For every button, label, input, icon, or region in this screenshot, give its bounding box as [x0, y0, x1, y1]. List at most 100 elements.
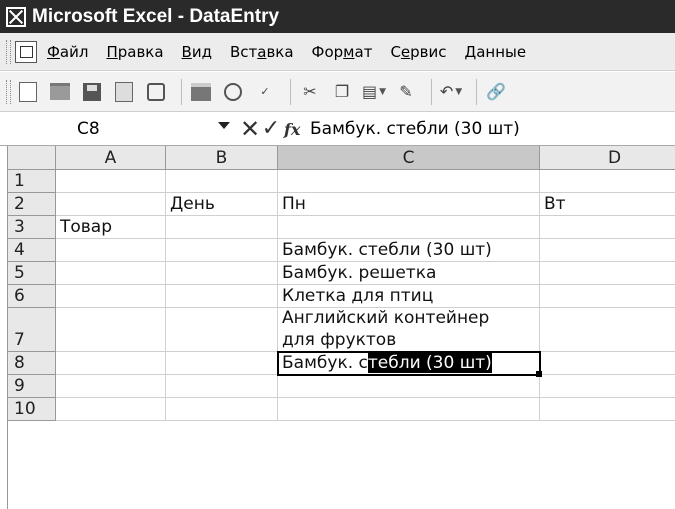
cell-d5[interactable]: [540, 262, 675, 285]
menu-label-part: Вст: [229, 42, 258, 61]
row-header-3[interactable]: 3: [8, 216, 56, 239]
row-number: 8: [14, 353, 25, 373]
cell-c4[interactable]: Бамбук. стебли (30 шт): [278, 239, 540, 262]
row-header-8[interactable]: 8: [8, 352, 56, 375]
menu-item-4[interactable]: Формат: [312, 43, 373, 61]
menu-item-1[interactable]: Правка: [106, 43, 163, 61]
column-header-c[interactable]: C: [278, 146, 540, 170]
cell-c2[interactable]: Пн: [278, 193, 540, 216]
cell-c1[interactable]: [278, 170, 540, 193]
cut-icon[interactable]: ✂: [297, 79, 323, 105]
formula-input[interactable]: Бамбук. стебли (30 шт): [310, 117, 670, 142]
menu-accelerator-key: В: [181, 42, 192, 61]
row-header-5[interactable]: 5: [8, 262, 56, 285]
new-icon[interactable]: [15, 79, 41, 105]
cell-b4[interactable]: [166, 239, 278, 262]
column-header-d[interactable]: D: [540, 146, 675, 170]
cell-text: для фруктов: [282, 330, 397, 350]
menu-item-6[interactable]: Данные: [465, 43, 527, 61]
cell-a1[interactable]: [56, 170, 166, 193]
cell-d1[interactable]: [540, 170, 675, 193]
undo-icon[interactable]: ↶ ▼: [438, 79, 464, 105]
workbook-icon[interactable]: [15, 40, 37, 63]
print-preview-icon[interactable]: [220, 79, 246, 105]
open-icon[interactable]: [47, 79, 73, 105]
column-header-b[interactable]: B: [166, 146, 278, 170]
name-box-dropdown-icon[interactable]: [218, 122, 230, 129]
cell-d6[interactable]: [540, 285, 675, 308]
print-icon[interactable]: [188, 79, 214, 105]
permission-icon[interactable]: [111, 79, 137, 105]
row-header-10[interactable]: 10: [8, 398, 56, 421]
cell-d8[interactable]: [540, 352, 675, 375]
row-header-1[interactable]: 1: [8, 170, 56, 193]
cell-text: День: [170, 194, 215, 214]
cancel-icon[interactable]: ✕: [239, 114, 261, 144]
cell-b6[interactable]: [166, 285, 278, 308]
format-painter-icon[interactable]: ✎: [393, 79, 419, 105]
cell-c6[interactable]: Клетка для птиц: [278, 285, 540, 308]
cell-d4[interactable]: [540, 239, 675, 262]
row-header-2[interactable]: 2: [8, 193, 56, 216]
fill-handle[interactable]: [536, 371, 542, 377]
cell-a5[interactable]: [56, 262, 166, 285]
menu-item-2[interactable]: Вид: [182, 43, 212, 61]
toolbar-separator: [181, 78, 182, 105]
cell-b2[interactable]: День: [166, 193, 278, 216]
menu-label-part: ат: [354, 42, 373, 61]
cell-b3[interactable]: [166, 216, 278, 239]
row-header-4[interactable]: 4: [8, 239, 56, 262]
row-header-9[interactable]: 9: [8, 375, 56, 398]
cell-a6[interactable]: [56, 285, 166, 308]
cell-b10[interactable]: [166, 398, 278, 421]
cell-d10[interactable]: [540, 398, 675, 421]
cell-b9[interactable]: [166, 375, 278, 398]
row-header-6[interactable]: 6: [8, 285, 56, 308]
select-all-corner[interactable]: [8, 146, 56, 170]
cell-c3[interactable]: [278, 216, 540, 239]
cell-d9[interactable]: [540, 375, 675, 398]
cell-b7[interactable]: [166, 308, 278, 352]
cell-a2[interactable]: [56, 193, 166, 216]
menu-item-3[interactable]: Вставка: [230, 43, 294, 61]
save-icon[interactable]: [79, 79, 105, 105]
window-title: Microsoft Excel - DataEntry: [32, 5, 280, 27]
cell-text: Английский контейнер: [282, 308, 490, 328]
menu-item-0[interactable]: Файл: [47, 43, 88, 61]
cell-c5[interactable]: Бамбук. решетка: [278, 262, 540, 285]
excel-app-icon[interactable]: [6, 6, 26, 27]
column-header-a[interactable]: A: [56, 146, 166, 170]
menubar-grip-handle[interactable]: [6, 39, 11, 64]
insert-function-icon[interactable]: fx: [284, 117, 306, 142]
cell-a8[interactable]: [56, 352, 166, 375]
copy-icon[interactable]: ❐: [329, 79, 355, 105]
toolbar-grip-handle[interactable]: [6, 79, 11, 104]
menu-bar: Файл Правка Вид Вставка Формат Сервис Данные: [0, 33, 675, 71]
cell-a10[interactable]: [56, 398, 166, 421]
spelling-icon[interactable]: ✓: [252, 79, 278, 105]
cell-b1[interactable]: [166, 170, 278, 193]
cell-a7[interactable]: [56, 308, 166, 352]
cell-c9[interactable]: [278, 375, 540, 398]
paste-icon[interactable]: ▤ ▼: [361, 79, 387, 105]
menu-item-5[interactable]: Сервис: [390, 43, 446, 61]
hyperlink-icon[interactable]: 🔗: [483, 79, 509, 105]
cell-d2[interactable]: Вт: [540, 193, 675, 216]
email-icon[interactable]: [143, 79, 169, 105]
enter-icon[interactable]: ✓: [260, 114, 282, 144]
row-header-7[interactable]: 7: [8, 308, 56, 352]
cell-d3[interactable]: [540, 216, 675, 239]
menu-label-part: равка: [117, 42, 164, 61]
cell-d7[interactable]: [540, 308, 675, 352]
cell-a4[interactable]: [56, 239, 166, 262]
cell-b5[interactable]: [166, 262, 278, 285]
name-box[interactable]: C8: [6, 117, 186, 142]
cell-a3[interactable]: Товар: [56, 216, 166, 239]
cell-c10[interactable]: [278, 398, 540, 421]
cell-a9[interactable]: [56, 375, 166, 398]
menu-label-part: Фор: [311, 42, 344, 61]
cell-c7[interactable]: Английский контейнер для фруктов: [278, 308, 540, 352]
row-number: 1: [14, 171, 25, 191]
cell-b8[interactable]: [166, 352, 278, 375]
active-cell-border: [277, 351, 541, 376]
